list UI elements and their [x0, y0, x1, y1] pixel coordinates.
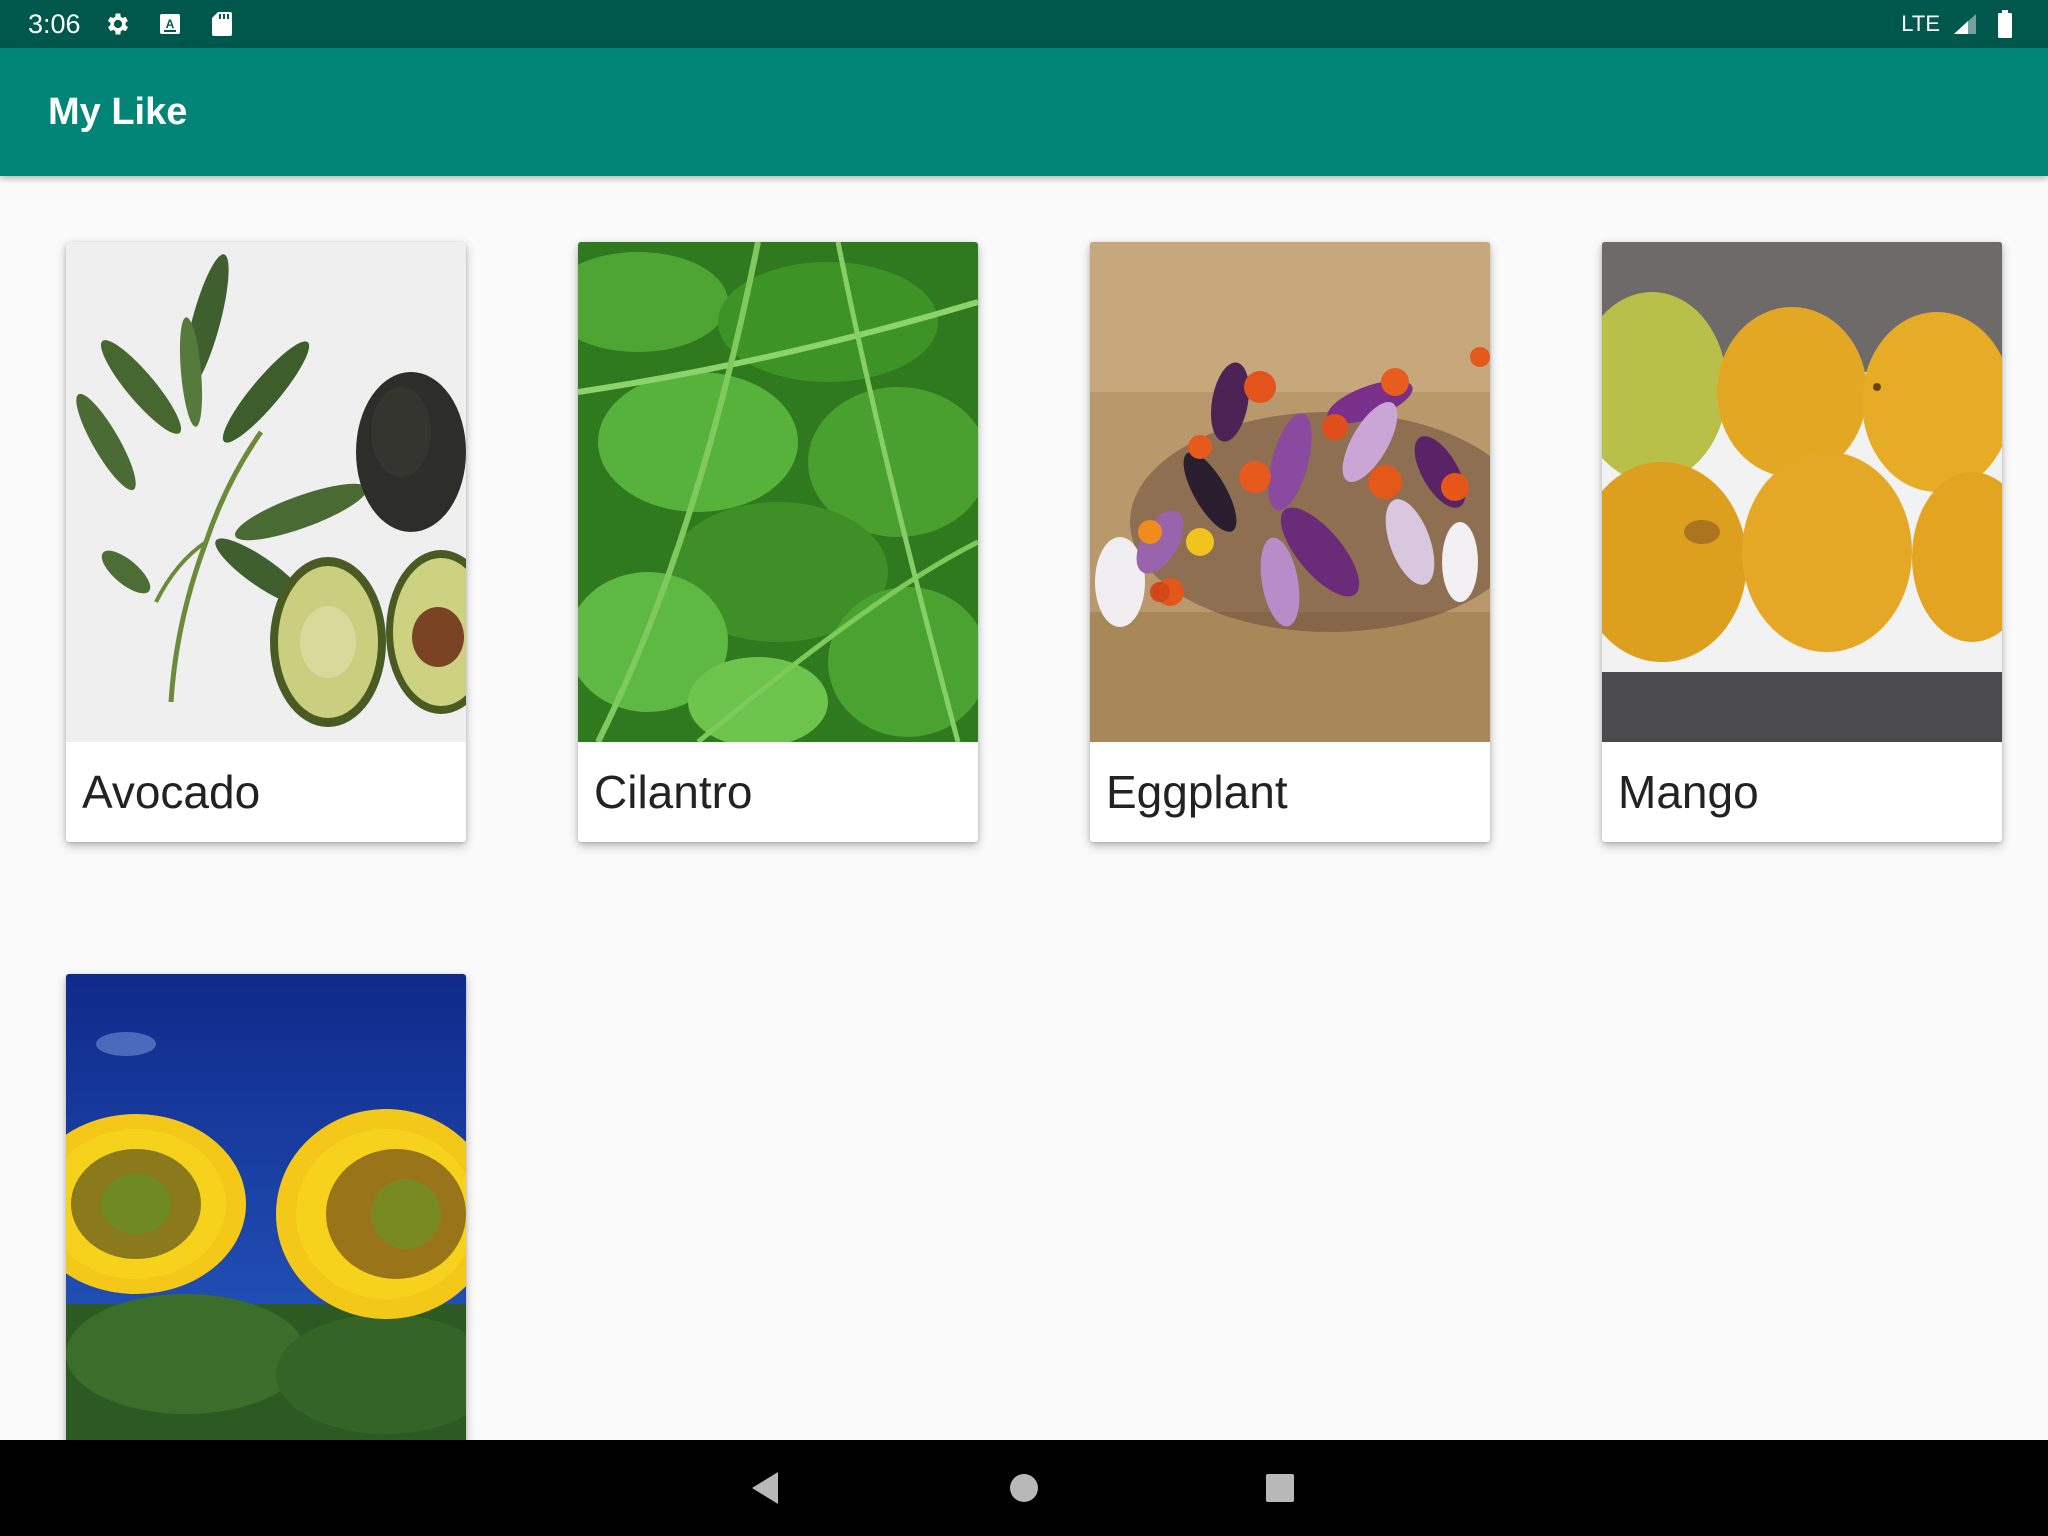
home-button[interactable] [984, 1448, 1064, 1528]
sunflower-photo [66, 974, 466, 1440]
back-icon [752, 1472, 778, 1504]
cilantro-photo [578, 242, 978, 742]
sd-card-icon [207, 9, 237, 39]
recents-button[interactable] [1240, 1448, 1320, 1528]
navigation-bar [0, 1440, 2048, 1536]
list-item-label: Avocado [82, 766, 261, 818]
app-title: My Like [48, 90, 188, 133]
home-icon [1010, 1474, 1038, 1502]
status-left: 3:06 A [28, 9, 237, 40]
settings-icon [103, 9, 133, 39]
list-item-cilantro[interactable]: Cilantro [578, 242, 978, 842]
svg-text:A: A [165, 17, 174, 31]
status-bar: 3:06 A LTE [0, 0, 2048, 48]
list-item-label: Eggplant [1106, 766, 1288, 818]
content-grid: Avocado Cilantro Eggplant Mango [0, 176, 2048, 1440]
status-right: LTE [1901, 9, 2020, 39]
list-item-label: Cilantro [594, 766, 753, 818]
app-bar: My Like [0, 48, 2048, 176]
a-icon: A [155, 9, 185, 39]
network-type: LTE [1901, 11, 1940, 36]
status-time: 3:06 [28, 8, 81, 39]
list-item-eggplant[interactable]: Eggplant [1090, 242, 1490, 842]
list-item-sunflower[interactable] [66, 974, 466, 1440]
recents-icon [1266, 1474, 1294, 1502]
eggplant-photo [1090, 242, 1490, 742]
battery-icon [1990, 9, 2020, 39]
list-item-label: Mango [1618, 766, 1759, 818]
list-item-avocado[interactable]: Avocado [66, 242, 466, 842]
mango-photo [1602, 242, 2002, 742]
list-item-mango[interactable]: Mango [1602, 242, 2002, 842]
signal-icon [1950, 9, 1980, 39]
back-button[interactable] [726, 1448, 806, 1528]
avocado-photo [66, 242, 466, 742]
